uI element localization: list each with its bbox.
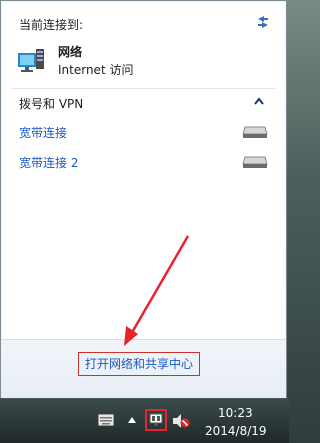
volume-muted-icon[interactable] <box>172 413 190 429</box>
connection-label: 宽带连接 2 <box>19 156 79 170</box>
show-hidden-icons-icon[interactable] <box>128 417 136 423</box>
dialup-section-header[interactable]: 拨号和 VPN <box>1 91 286 113</box>
network-status: Internet 访问 <box>58 63 134 77</box>
current-network: 网络 Internet 访问 <box>16 43 266 77</box>
network-name: 网络 <box>58 45 83 59</box>
network-icon <box>18 49 44 72</box>
network-flyout: 当前连接到: 网络 Internet 访问 拨号和 VPN 宽带连接 宽带连接 … <box>0 0 287 399</box>
dialup-section-title: 拨号和 VPN <box>19 97 84 111</box>
chevron-up-icon[interactable] <box>254 97 264 105</box>
connection-label: 宽带连接 <box>19 126 68 140</box>
header-title: 当前连接到: <box>19 18 84 32</box>
network-tray-icon <box>149 413 163 426</box>
clock-time[interactable]: 10:23 <box>218 406 253 420</box>
flyout-footer: 打开网络和共享中心 <box>1 339 286 398</box>
network-sharing-center-link[interactable]: 打开网络和共享中心 <box>78 352 201 376</box>
keyboard-icon[interactable] <box>98 414 114 426</box>
connection-item[interactable]: 宽带连接 2 <box>11 149 276 175</box>
refresh-icon[interactable] <box>254 13 272 31</box>
modem-icon <box>242 126 268 138</box>
divider <box>11 88 276 89</box>
clock-date[interactable]: 2014/8/19 <box>205 424 267 438</box>
taskbar: 10:23 2014/8/19 <box>0 398 289 443</box>
modem-icon <box>242 156 268 168</box>
network-tray-button[interactable] <box>145 409 167 431</box>
connection-item[interactable]: 宽带连接 <box>11 119 276 145</box>
